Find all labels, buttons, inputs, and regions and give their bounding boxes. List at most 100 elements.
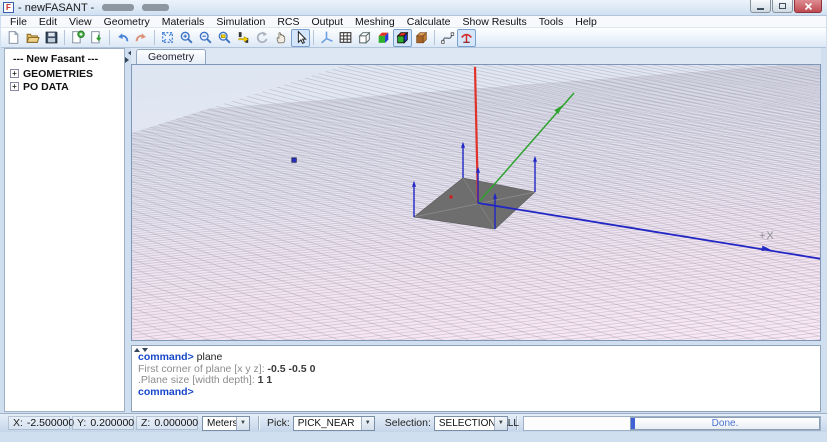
zoom-in-button[interactable] — [177, 29, 196, 47]
tab-geometry[interactable]: Geometry — [136, 49, 206, 64]
toolbar-separator — [313, 30, 314, 45]
maximize-icon — [779, 3, 786, 9]
units-select[interactable]: Meters ▼ — [202, 416, 250, 431]
menu-tools[interactable]: Tools — [533, 16, 570, 28]
chevron-down-icon: ▼ — [361, 417, 374, 430]
open-file-button[interactable] — [23, 29, 42, 47]
status-bar: X: -2.500000 Y: 0.200000 Z: 0.000000 Met… — [0, 413, 827, 432]
menu-show-results[interactable]: Show Results — [457, 16, 533, 28]
axes-icon — [319, 30, 334, 45]
console-line: command> — [138, 387, 820, 399]
tree-item-po-data[interactable]: + PO DATA — [9, 80, 124, 93]
3d-scene[interactable] — [132, 65, 821, 341]
zoom-fit-icon — [160, 30, 175, 45]
zoom-out-icon — [198, 30, 213, 45]
pan-button[interactable] — [272, 29, 291, 47]
zoom-fit-button[interactable] — [158, 29, 177, 47]
pick-value: PICK_NEAR — [298, 418, 355, 429]
antenna-tool-button[interactable] — [457, 29, 476, 47]
open-folder-icon — [25, 30, 40, 45]
dynamic-zoom-button[interactable] — [234, 29, 253, 47]
coord-z: Z: 0.000000 — [136, 416, 198, 430]
menu-meshing[interactable]: Meshing — [349, 16, 401, 28]
redo-button[interactable] — [132, 29, 151, 47]
rotate-icon — [255, 30, 270, 45]
coord-x-label: X: — [13, 417, 23, 429]
shaded-cube-icon — [376, 30, 391, 45]
3d-viewport[interactable]: +X — [131, 64, 821, 341]
pick-select[interactable]: PICK_NEAR ▼ — [293, 416, 375, 431]
menu-materials[interactable]: Materials — [156, 16, 211, 28]
console-value: 1 1 — [258, 374, 273, 386]
curve-icon — [440, 30, 455, 45]
menu-output[interactable]: Output — [306, 16, 350, 28]
console-prompt: command> — [138, 386, 194, 398]
curve-tool-button[interactable] — [438, 29, 457, 47]
main-toolbar — [1, 28, 826, 48]
new-file-icon — [6, 30, 21, 45]
console-splitter-handle[interactable] — [134, 345, 148, 355]
chevron-down-icon: ▼ — [236, 417, 249, 430]
title-bar: F - newFASANT - — [0, 0, 827, 16]
zoom-in-icon — [179, 30, 194, 45]
statusbar-separator — [258, 416, 259, 430]
new-page-button[interactable] — [68, 29, 87, 47]
console-command: plane — [197, 351, 223, 363]
collapse-down-icon — [142, 348, 148, 355]
menu-view[interactable]: View — [63, 16, 98, 28]
tree-item-geometries[interactable]: + GEOMETRIES — [9, 67, 124, 80]
minimize-icon — [757, 8, 764, 10]
console-message: First corner of plane [x y z]: — [138, 363, 268, 375]
menu-file[interactable]: File — [4, 16, 33, 28]
zoom-window-icon — [217, 30, 232, 45]
view-tab-bar: Geometry — [131, 48, 821, 64]
progress-status-text: Done. — [712, 418, 739, 429]
command-console[interactable]: command> plane First corner of plane [x … — [131, 345, 821, 412]
selection-label: Selection: — [385, 417, 431, 429]
textured-view-button[interactable] — [412, 29, 431, 47]
zoom-window-button[interactable] — [215, 29, 234, 47]
rotate-view-button[interactable] — [253, 29, 272, 47]
expand-plus-icon[interactable]: + — [10, 69, 19, 78]
console-line: .Plane size [width depth]: 1 1 — [138, 375, 820, 387]
menu-edit[interactable]: Edit — [33, 16, 63, 28]
close-button[interactable] — [794, 0, 822, 13]
save-icon — [44, 30, 59, 45]
units-value: Meters — [207, 418, 238, 429]
undo-button[interactable] — [113, 29, 132, 47]
menu-help[interactable]: Help — [569, 16, 603, 28]
import-page-button[interactable] — [87, 29, 106, 47]
redacted-title-segment — [102, 4, 134, 11]
show-grid-button[interactable] — [336, 29, 355, 47]
new-file-button[interactable] — [4, 29, 23, 47]
antenna-icon — [459, 30, 474, 45]
coord-z-label: Z: — [141, 417, 150, 429]
menu-bar: File Edit View Geometry Materials Simula… — [1, 16, 826, 28]
chevron-down-icon: ▼ — [494, 417, 507, 430]
maximize-button[interactable] — [772, 0, 793, 13]
shaded-view-button[interactable] — [374, 29, 393, 47]
show-axes-button[interactable] — [317, 29, 336, 47]
wireframe-view-button[interactable] — [355, 29, 374, 47]
coord-x: X: -2.500000 — [8, 416, 70, 430]
save-button[interactable] — [42, 29, 61, 47]
console-message: .Plane size [width depth]: — [138, 374, 258, 386]
menu-rcs[interactable]: RCS — [271, 16, 305, 28]
tree-item-root[interactable]: --- New Fasant --- — [13, 53, 124, 65]
menu-simulation[interactable]: Simulation — [210, 16, 271, 28]
shaded-edges-view-button[interactable] — [393, 29, 412, 47]
menu-calculate[interactable]: Calculate — [401, 16, 457, 28]
page-plus-icon — [70, 30, 85, 45]
zoom-out-button[interactable] — [196, 29, 215, 47]
grid-icon — [338, 30, 353, 45]
toolbar-separator — [109, 30, 110, 45]
toolbar-separator — [154, 30, 155, 45]
toolbar-separator — [434, 30, 435, 45]
app-icon: F — [3, 2, 14, 13]
menu-geometry[interactable]: Geometry — [98, 16, 156, 28]
minimize-button[interactable] — [750, 0, 771, 13]
select-button[interactable] — [291, 29, 310, 47]
selection-select[interactable]: SELECTION_ALL ▼ — [434, 416, 508, 431]
expand-plus-icon[interactable]: + — [10, 82, 19, 91]
coord-y: Y: 0.200000 — [72, 416, 134, 430]
